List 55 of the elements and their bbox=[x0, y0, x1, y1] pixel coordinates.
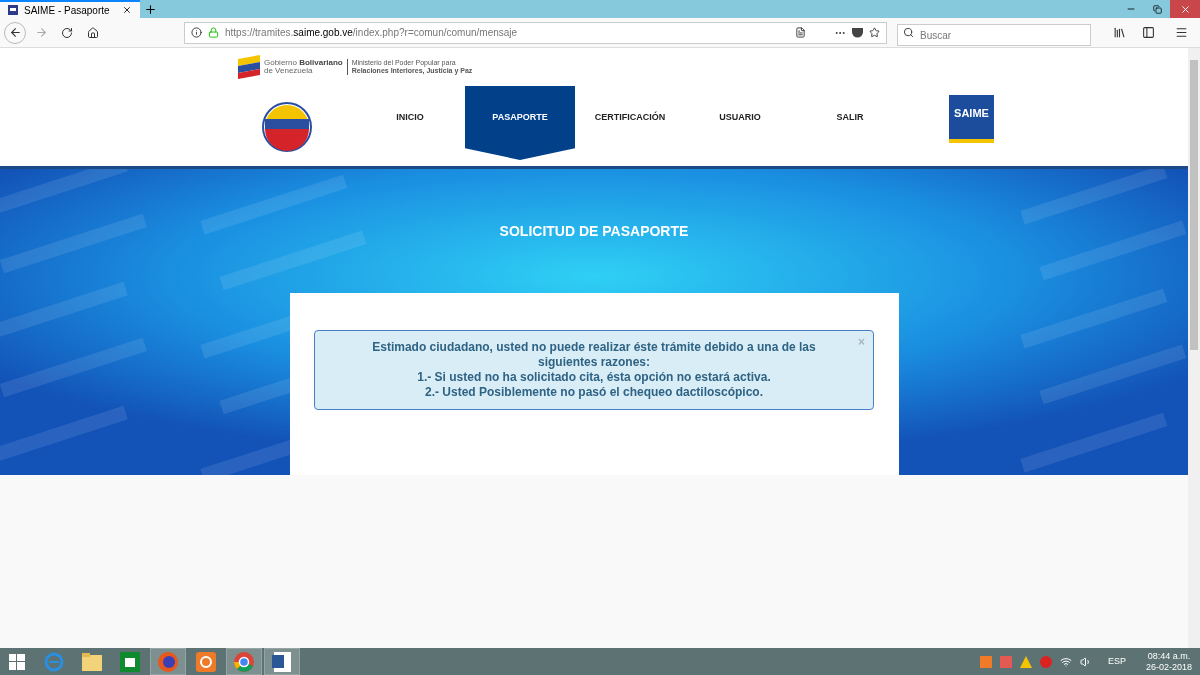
star-icon[interactable] bbox=[869, 27, 880, 38]
tab-title: SAIME - Pasaporte bbox=[24, 3, 111, 18]
saime-logo: SAIME bbox=[949, 95, 994, 143]
page-title: SOLICITUD DE PASAPORTE bbox=[499, 222, 689, 241]
sidebar-icon[interactable] bbox=[1142, 26, 1155, 39]
language-indicator[interactable]: ESP bbox=[1107, 654, 1126, 669]
forward-arrow-icon bbox=[34, 26, 48, 39]
nav-tab[interactable]: SALIR bbox=[795, 86, 905, 160]
alert-text: 1.- Si usted no ha solicitado cita, ésta opción no estará activa. bbox=[416, 370, 772, 385]
info-icon bbox=[191, 27, 202, 38]
taskbar-app[interactable] bbox=[264, 648, 300, 675]
library-icon[interactable] bbox=[1113, 26, 1126, 39]
plus-icon bbox=[143, 2, 157, 16]
clock-date: 26-02-2018 bbox=[1145, 661, 1192, 673]
windows-icon bbox=[9, 653, 25, 670]
taskbar-app[interactable] bbox=[150, 648, 186, 675]
network-icon bbox=[1059, 655, 1072, 668]
firefox-icon bbox=[157, 650, 179, 673]
pocket-icon[interactable] bbox=[852, 27, 863, 38]
clock-time: 08:44 a.m. bbox=[1147, 650, 1191, 662]
taskbar-app[interactable] bbox=[226, 648, 262, 675]
folder-icon bbox=[81, 651, 103, 672]
home-icon bbox=[87, 26, 99, 39]
site-icon bbox=[8, 5, 18, 15]
chrome-icon bbox=[233, 650, 255, 673]
close-icon[interactable] bbox=[122, 5, 132, 15]
reader-view-icon[interactable] bbox=[795, 27, 806, 38]
alert-text: Estimado ciudadano, usted no puede realizar éste trámite debido a una de las siguientes razones: bbox=[371, 340, 817, 370]
nav-tab[interactable]: INICIO bbox=[355, 86, 465, 160]
restore-icon bbox=[1152, 4, 1162, 14]
address-bar[interactable]: https://tramites.saime.gob.ve/index.php?r=comun/comun/mensaje bbox=[184, 21, 887, 44]
emblem-icon bbox=[262, 102, 312, 152]
warning-icon bbox=[1019, 655, 1032, 668]
nav-tab[interactable]: CERTIFICACIÓN bbox=[575, 86, 685, 160]
search-icon bbox=[903, 26, 914, 38]
tray-app-icon bbox=[999, 655, 1012, 668]
volume-icon bbox=[1079, 655, 1092, 668]
menu-icon[interactable] bbox=[1175, 26, 1188, 39]
alert-text: 2.- Usted Posiblemente no pasó el chequeo dactiloscópico. bbox=[423, 385, 765, 400]
error-icon bbox=[1039, 655, 1052, 668]
browser-icon bbox=[43, 650, 65, 673]
flag-icon bbox=[238, 55, 260, 79]
nav-tab[interactable]: PASAPORTE bbox=[465, 86, 575, 160]
url-text: https://tramites.saime.gob.ve/index.php?r=comun/comun/mensaje bbox=[225, 26, 518, 40]
scrollbar[interactable] bbox=[1188, 48, 1200, 648]
government-name: Gobierno Bolivariano bbox=[264, 59, 343, 67]
close-icon bbox=[1179, 3, 1191, 15]
document-icon bbox=[271, 650, 293, 673]
browser-tab[interactable]: SAIME - Pasaporte bbox=[0, 0, 140, 18]
nav-tab[interactable]: USUARIO bbox=[685, 86, 795, 160]
reload-icon bbox=[61, 26, 73, 39]
lock-icon bbox=[208, 27, 219, 38]
back-arrow-icon bbox=[8, 26, 22, 39]
government-name: de Venezuela bbox=[264, 67, 314, 75]
search-field[interactable]: Buscar bbox=[897, 24, 1091, 46]
